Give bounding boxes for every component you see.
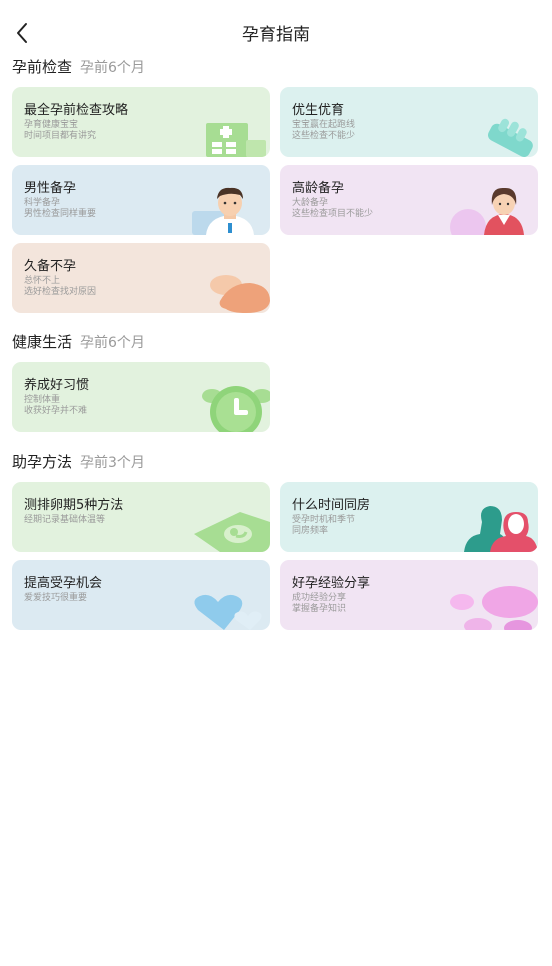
- card-male-preparation[interactable]: 男性备孕 科学备孕 男性检查同样重要: [12, 165, 270, 235]
- section-subtitle: 孕前3个月: [80, 455, 145, 471]
- card-subtitle: 总怀不上 选好检查找对原因: [24, 276, 96, 298]
- card-subtitle-line: 收获好孕并不难: [24, 406, 88, 416]
- card-subtitle-line: 男性检查同样重要: [24, 209, 97, 219]
- card-subtitle-line: 这些检查不能少: [292, 131, 356, 141]
- card-subtitle: 大龄备孕 这些检查项目不能少: [292, 198, 373, 220]
- card-subtitle-line: 大龄备孕: [292, 198, 329, 208]
- section-header-pre-pregnancy-check: 孕前检查 孕前6个月: [12, 56, 145, 80]
- card-subtitle: 爱爱技巧很重要: [24, 593, 87, 604]
- card-title: 提高受孕机会: [24, 576, 103, 591]
- card-subtitle-line: 经期记录基础体温等: [24, 515, 106, 525]
- hands-icon: [210, 275, 270, 313]
- card-title: 测排卵期5种方法: [24, 498, 124, 513]
- card-subtitle: 科学备孕 男性检查同样重要: [24, 198, 96, 220]
- card-title: 优生优育: [292, 103, 345, 118]
- section-header-fertility-methods: 助孕方法 孕前3个月: [12, 451, 145, 475]
- section-header-healthy-life: 健康生活 孕前6个月: [12, 331, 145, 355]
- card-intercourse-timing[interactable]: 什么时间同房 受孕时机和季节 同房频率: [280, 482, 538, 552]
- card-title: 最全孕前检查攻略: [24, 103, 129, 118]
- card-subtitle: 成功经验分享 掌握备孕知识: [292, 593, 346, 615]
- ultrasound-icon: [194, 512, 270, 552]
- male-doctor-icon: [192, 187, 254, 235]
- chat-bubbles-icon: [450, 586, 538, 630]
- card-subtitle-line: 成功经验分享: [292, 593, 347, 603]
- card-good-habits[interactable]: 养成好习惯 控制体重 收获好孕并不难: [12, 362, 270, 432]
- card-subtitle-line: 同房频率: [292, 526, 329, 536]
- card-infertility[interactable]: 久备不孕 总怀不上 选好检查找对原因: [12, 243, 270, 313]
- section-subtitle: 孕前6个月: [80, 60, 145, 76]
- card-subtitle-line: 掌握备孕知识: [292, 604, 347, 614]
- card-subtitle-line: 科学备孕: [24, 198, 61, 208]
- card-pre-pregnancy-check-guide[interactable]: 最全孕前检查攻略 孕育健康宝宝 时间项目都有讲究: [12, 87, 270, 157]
- card-older-preparation[interactable]: 高龄备孕 大龄备孕 这些检查项目不能少: [280, 165, 538, 235]
- couple-icon: [464, 506, 538, 552]
- section-title: 孕前检查: [12, 58, 73, 76]
- gloved-hand-icon: [487, 118, 533, 157]
- card-subtitle: 经期记录基础体温等: [24, 515, 105, 526]
- card-subtitle-line: 孕育健康宝宝: [24, 120, 79, 130]
- section-title: 助孕方法: [12, 453, 73, 471]
- card-experience-sharing[interactable]: 好孕经验分享 成功经验分享 掌握备孕知识: [280, 560, 538, 630]
- card-title: 养成好习惯: [24, 378, 90, 393]
- card-title: 高龄备孕: [292, 181, 345, 196]
- card-subtitle-line: 总怀不上: [24, 276, 61, 286]
- card-subtitle-line: 宝宝赢在起跑线: [292, 120, 356, 130]
- card-title: 久备不孕: [24, 259, 77, 274]
- card-subtitle-line: 选好检查找对原因: [24, 287, 97, 297]
- section-subtitle: 孕前6个月: [80, 335, 145, 351]
- card-title: 男性备孕: [24, 181, 77, 196]
- card-subtitle-line: 时间项目都有讲究: [24, 131, 97, 141]
- card-subtitle: 孕育健康宝宝 时间项目都有讲究: [24, 120, 96, 142]
- card-subtitle-line: 爱爱技巧很重要: [24, 593, 88, 603]
- card-title: 什么时间同房: [292, 498, 371, 513]
- alarm-clock-icon: [202, 386, 270, 432]
- card-subtitle-line: 受孕时机和季节: [292, 515, 356, 525]
- card-subtitle: 受孕时机和季节 同房频率: [292, 515, 355, 537]
- card-subtitle: 宝宝赢在起跑线 这些检查不能少: [292, 120, 355, 142]
- card-ovulation-methods[interactable]: 测排卵期5种方法 经期记录基础体温等: [12, 482, 270, 552]
- card-eugenics[interactable]: 优生优育 宝宝赢在起跑线 这些检查不能少: [280, 87, 538, 157]
- section-title: 健康生活: [12, 333, 73, 351]
- hospital-icon: [206, 123, 266, 157]
- hearts-icon: [194, 594, 262, 630]
- card-title: 好孕经验分享: [292, 576, 371, 591]
- card-subtitle: 控制体重 收获好孕并不难: [24, 395, 87, 417]
- page-title: 孕育指南: [242, 25, 310, 45]
- woman-icon: [450, 187, 524, 235]
- card-improve-conception[interactable]: 提高受孕机会 爱爱技巧很重要: [12, 560, 270, 630]
- card-subtitle-line: 这些检查项目不能少: [292, 209, 374, 219]
- card-subtitle-line: 控制体重: [24, 395, 61, 405]
- header: 孕育指南: [0, 0, 552, 64]
